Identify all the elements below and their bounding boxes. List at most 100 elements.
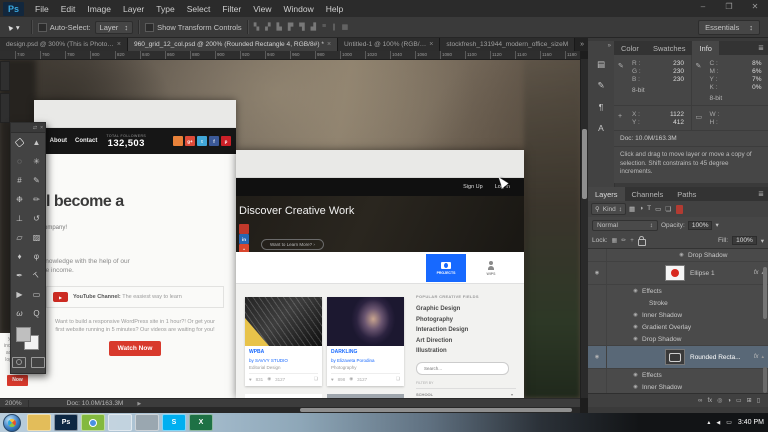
move-tool-preset[interactable]: ▲▾ — [0, 23, 26, 32]
tool-button[interactable]: ↺ — [28, 209, 45, 228]
tab-close-icon[interactable]: × — [327, 41, 331, 48]
bookmark-icon[interactable]: ❏ — [396, 376, 400, 382]
effects-header-row[interactable]: ◉ Effects — [588, 285, 768, 297]
eye-icon[interactable]: ◉ — [629, 312, 642, 318]
wips-tab[interactable]: WIPS — [476, 254, 506, 282]
layer-row-rounded-rectangle[interactable]: ◉ Rounded Recta... fx ▴ — [588, 345, 768, 369]
tab-swatches[interactable]: Swatches — [646, 41, 693, 55]
doc-tab-960-grid[interactable]: 960_grid_12_col.psd @ 200% (Rounded Rect… — [128, 37, 338, 51]
scrollbar-thumb[interactable] — [582, 129, 587, 199]
taskbar-app-icon[interactable] — [108, 414, 132, 431]
show-transform-checkbox[interactable] — [145, 23, 154, 32]
blend-mode-dropdown[interactable]: Normal↕ — [592, 220, 658, 231]
social-icon[interactable]: f — [209, 136, 219, 146]
menu-item[interactable]: Type — [150, 4, 180, 14]
align-icon[interactable]: ▙ — [276, 23, 281, 31]
tool-button[interactable]: ✏ — [28, 190, 45, 209]
auto-select-target-dropdown[interactable]: Layer↕ — [95, 21, 134, 34]
bookmark-icon[interactable]: ❏ — [314, 376, 318, 382]
tool-button[interactable]: ▱ — [11, 228, 28, 247]
scrollbar-thumb[interactable] — [300, 408, 572, 412]
effects-header-row[interactable]: ◉ Effects — [588, 369, 768, 381]
effect-row-drop-shadow[interactable]: ◉ Drop Shadow — [588, 333, 768, 345]
taskbar-app-icon[interactable]: S — [162, 414, 186, 431]
layer-filter-icon[interactable]: ❏ — [665, 205, 671, 213]
align-icon[interactable]: ▚ — [254, 23, 259, 31]
social-icon[interactable]: g+ — [185, 136, 195, 146]
lock-transparency-icon[interactable]: ▦ — [612, 237, 618, 244]
opacity-value[interactable]: 100% — [688, 221, 713, 230]
panel-icon[interactable]: ¶ — [592, 99, 610, 114]
panel-scrollbar-thumb[interactable] — [763, 267, 767, 319]
effect-row-inner-shadow[interactable]: ◉ Inner Shadow — [588, 309, 768, 321]
foreground-color-swatch[interactable] — [16, 327, 31, 342]
menu-item[interactable]: Select — [181, 4, 217, 14]
collapse-effects-icon[interactable]: ▴ — [761, 354, 764, 360]
toolbar-close-icon[interactable]: × — [40, 125, 43, 131]
menu-item[interactable]: Edit — [55, 4, 82, 14]
doc-tab-untitled[interactable]: Untitled-1 @ 100% (RGB/…× — [338, 37, 440, 51]
display-icon[interactable]: ▭ — [726, 419, 732, 426]
social-icon[interactable] — [239, 224, 249, 234]
learn-more-button[interactable]: Want to Learn More? › — [261, 239, 324, 250]
menu-item[interactable]: Image — [81, 4, 117, 14]
eye-icon[interactable]: ◉ — [675, 252, 688, 258]
layers-action-icon[interactable]: ⊞ — [747, 397, 752, 404]
eye-icon[interactable]: ◉ — [588, 262, 607, 284]
layer-filter-icon[interactable]: ▦ — [629, 205, 635, 213]
tray-expand-icon[interactable]: ▴ — [707, 419, 710, 426]
lock-all-icon[interactable] — [638, 239, 646, 246]
tool-button[interactable]: ✎ — [28, 171, 45, 190]
start-button[interactable] — [3, 414, 21, 432]
eye-icon[interactable]: ◉ — [588, 346, 607, 368]
signup-link[interactable]: Sign Up — [463, 184, 483, 190]
tab-overflow-icon[interactable]: » — [576, 37, 588, 51]
effect-row-stroke[interactable]: Stroke — [588, 297, 768, 309]
creative-field-link[interactable]: Interaction Design — [416, 325, 516, 336]
visibility-column[interactable] — [588, 249, 607, 261]
layers-action-icon[interactable]: ▯ — [757, 397, 760, 404]
align-icon[interactable]: ▟ — [311, 23, 316, 31]
auto-select-checkbox[interactable] — [38, 23, 47, 32]
align-icon[interactable]: ▜ — [299, 23, 304, 31]
project-card[interactable]: WPBA by SAVVY STUDIO Editorial Design ♥8… — [245, 297, 322, 386]
tab-paths[interactable]: Paths — [670, 187, 703, 201]
tab-close-icon[interactable]: × — [429, 41, 433, 48]
projects-tab[interactable]: PROJECTS — [426, 254, 466, 282]
taskbar-app-icon[interactable]: Ps — [54, 414, 78, 431]
align-icon[interactable]: ≡ — [322, 23, 326, 31]
tool-button[interactable]: ω — [11, 304, 28, 323]
menu-item[interactable]: Window — [277, 4, 319, 14]
layers-action-icon[interactable]: ◑ — [727, 398, 731, 404]
taskbar-app-icon[interactable] — [135, 414, 159, 431]
panel-icon[interactable]: A — [592, 120, 610, 135]
layers-action-icon[interactable]: ◎ — [717, 397, 722, 404]
panel-icon[interactable]: ▤ — [592, 57, 610, 72]
panel-menu-icon[interactable]: ≣ — [758, 44, 768, 52]
align-icon[interactable]: ▦ — [342, 23, 349, 31]
effect-row-gradient-overlay[interactable]: ◉ Gradient Overlay — [588, 321, 768, 333]
layer-effect-row[interactable]: ◉ Drop Shadow — [588, 249, 768, 261]
taskbar-app-icon[interactable] — [81, 414, 105, 431]
creative-field-link[interactable]: Art Direction — [416, 336, 516, 347]
social-icon[interactable]: in — [239, 234, 249, 244]
layer-filter-icon[interactable]: ◑ — [639, 205, 643, 213]
social-icon[interactable]: p — [221, 136, 231, 146]
filter-kind-dropdown[interactable]: ⚲Kind↕ — [591, 203, 626, 215]
layers-action-icon[interactable]: ▭ — [736, 397, 742, 404]
layer-filter-icon[interactable]: ▭ — [655, 205, 661, 213]
menu-item[interactable]: Layer — [117, 4, 150, 14]
eye-icon[interactable]: ◉ — [629, 324, 642, 330]
layer-thumbnail[interactable] — [665, 349, 685, 365]
status-menu-icon[interactable]: ▶ — [137, 401, 141, 407]
tool-button[interactable]: ⊥ — [11, 209, 28, 228]
eye-icon[interactable]: ◉ — [629, 336, 642, 342]
social-icon[interactable]: t — [197, 136, 207, 146]
lock-pixels-icon[interactable]: ✏ — [621, 237, 626, 244]
menu-item[interactable]: File — [29, 4, 55, 14]
creative-field-link[interactable]: Graphic Design — [416, 304, 516, 315]
eye-icon[interactable]: ◉ — [629, 384, 642, 390]
align-icon[interactable]: ▞ — [265, 23, 270, 31]
project-author[interactable]: by Elizaveta Porodina — [331, 358, 400, 363]
spinner-icon[interactable]: ▾ — [715, 221, 718, 229]
